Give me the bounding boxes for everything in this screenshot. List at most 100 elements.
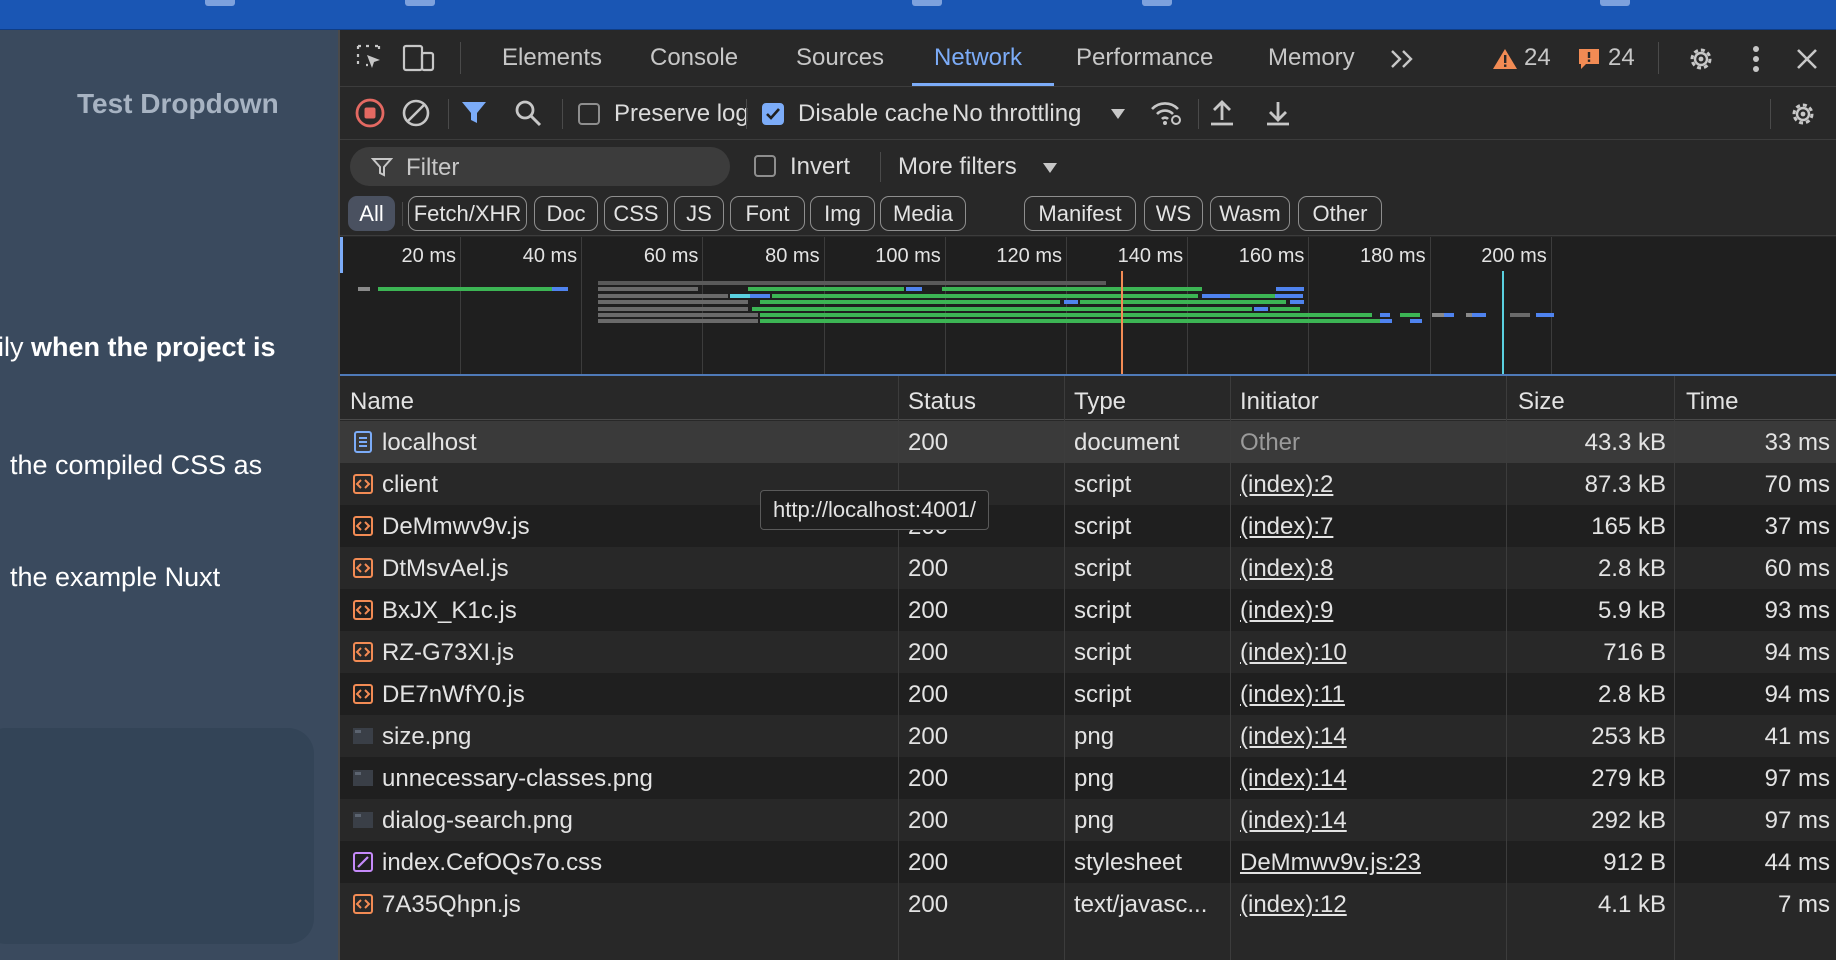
column-header-initiator[interactable]: Initiator [1240,388,1319,416]
table-row[interactable]: DtMsvAel.js 200 script (index):8 2.8 kB 60 ms [340,547,1836,589]
request-initiator[interactable]: (index):7 [1240,513,1500,541]
filter-input[interactable]: Filter [350,147,730,186]
table-row[interactable]: size.png 200 png (index):14 253 kB 41 ms [340,715,1836,757]
network-conditions-icon[interactable] [1148,97,1184,129]
divider [746,99,747,129]
waterfall-bar [750,294,770,298]
more-options-icon[interactable] [1744,42,1768,76]
warning-count[interactable]: 24 [1524,44,1551,72]
column-divider[interactable] [1674,376,1675,960]
waterfall-bar [1410,319,1422,323]
stop-recording-icon[interactable] [354,97,386,129]
close-icon[interactable] [1792,44,1822,74]
invert-checkbox[interactable] [754,155,776,177]
invert-label[interactable]: Invert [790,153,850,181]
waterfall-bar [1202,294,1230,298]
type-filter-wasm[interactable]: Wasm [1210,196,1290,231]
table-row[interactable]: localhost 200 document Other 43.3 kB 33 ms [340,421,1836,463]
table-row[interactable]: DE7nWfY0.js 200 script (index):11 2.8 kB 94 m… [340,673,1836,715]
column-divider[interactable] [1064,376,1065,960]
request-initiator[interactable]: (index):2 [1240,471,1500,499]
request-initiator[interactable]: (index):14 [1240,807,1500,835]
issues-icon[interactable] [1576,46,1602,72]
table-row[interactable]: DeMmwv9v.js200script(index):7165 kB37 ms [340,505,1836,547]
type-filter-fetch-xhr[interactable]: Fetch/XHR [408,196,527,231]
column-header-status[interactable]: Status [908,388,976,416]
type-filter-manifest[interactable]: Manifest [1024,196,1136,231]
device-toolbar-icon[interactable] [402,42,436,74]
table-row[interactable]: BxJX_K1c.js 200 script (index):9 5.9 kB 93 ms [340,589,1836,631]
more-filters-dropdown-icon[interactable] [1040,159,1060,177]
preserve-log-label[interactable]: Preserve log [614,100,749,128]
request-initiator[interactable]: (index):10 [1240,639,1500,667]
request-initiator[interactable]: (index):11 [1240,681,1500,709]
type-filter-font[interactable]: Font [730,196,805,231]
network-settings-icon[interactable] [1786,97,1820,131]
column-header-time[interactable]: Time [1686,388,1738,416]
throttling-dropdown-icon[interactable] [1108,105,1128,123]
table-row[interactable]: RZ-G73XI.js 200 script (index):10 716 B 94 ms [340,631,1836,673]
inspect-element-icon[interactable] [354,42,386,74]
tab-console[interactable]: Console [650,44,738,72]
type-filter-img[interactable]: Img [810,196,875,231]
column-divider[interactable] [1230,376,1231,960]
more-tabs-icon[interactable] [1388,44,1418,74]
warning-icon[interactable] [1492,46,1518,72]
request-type: script [1074,513,1132,540]
disable-cache-checkbox[interactable] [762,103,784,125]
disable-cache-label[interactable]: Disable cache [798,100,949,128]
tab-network[interactable]: Network [934,44,1022,72]
request-initiator[interactable]: (index):14 [1240,723,1500,751]
throttling-select[interactable]: No throttling [952,100,1081,128]
table-row[interactable]: 7A35Qhpn.js 200 text/javasc... (index):12 4.… [340,883,1836,925]
waterfall-bar [1290,300,1304,304]
request-initiator[interactable]: (index):9 [1240,597,1500,625]
tab-performance[interactable]: Performance [1076,44,1213,72]
type-filter-other[interactable]: Other [1298,196,1382,231]
type-filter-doc[interactable]: Doc [534,196,598,231]
settings-gear-icon[interactable] [1684,42,1718,76]
timeline-overview[interactable]: 20 ms 40 ms 60 ms 80 ms 100 ms 120 ms 140 ms 16… [340,237,1836,376]
preserve-log-checkbox[interactable] [578,103,600,125]
table-row[interactable]: unnecessary-classes.png 200 png (index):14 2… [340,757,1836,799]
table-row[interactable]: client script (index):2 87.3 kB 70 ms [340,463,1836,505]
waterfall-bar [552,287,568,291]
request-type: document [1074,429,1180,456]
request-initiator[interactable]: DeMmwv9v.js:23 [1240,849,1500,877]
request-initiator[interactable]: (index):14 [1240,765,1500,793]
tab-memory[interactable]: Memory [1268,44,1355,72]
bookmark-item[interactable] [205,0,235,6]
tab-elements[interactable]: Elements [502,44,602,72]
type-filter-media[interactable]: Media [880,196,966,231]
column-divider[interactable] [1506,376,1507,960]
waterfall-bar [358,287,370,291]
column-header-size[interactable]: Size [1518,388,1565,416]
export-har-icon[interactable] [1262,97,1294,129]
type-filter-all[interactable]: All [348,196,395,231]
clear-icon[interactable] [400,97,432,129]
column-divider[interactable] [898,376,899,960]
bookmark-item[interactable] [1600,0,1630,6]
column-header-name[interactable]: Name [350,388,414,416]
bookmark-item[interactable] [912,0,942,6]
request-initiator[interactable]: (index):8 [1240,555,1500,583]
request-size: 2.8 kB [1597,681,1666,708]
bookmark-item[interactable] [405,0,435,6]
type-filter-js[interactable]: JS [674,196,724,231]
table-row[interactable]: index.CefOQs7o.css 200 stylesheet DeMmwv9v.… [340,841,1836,883]
table-row[interactable]: dialog-search.png 200 png (index):14 292 kB 9… [340,799,1836,841]
overview-handle[interactable] [340,237,343,273]
more-filters-button[interactable]: More filters [898,153,1017,181]
request-status: 200 [908,849,949,876]
bookmark-item[interactable] [1142,0,1172,6]
column-header-type[interactable]: Type [1074,388,1126,416]
issues-count[interactable]: 24 [1608,44,1635,72]
type-filter-ws[interactable]: WS [1144,196,1203,231]
filter-funnel-icon[interactable] [458,97,490,129]
request-type: png [1074,723,1115,750]
type-filter-css[interactable]: CSS [604,196,668,231]
import-har-icon[interactable] [1206,97,1238,129]
tab-sources[interactable]: Sources [796,44,884,72]
request-initiator[interactable]: (index):12 [1240,891,1500,919]
search-icon[interactable] [512,97,544,129]
